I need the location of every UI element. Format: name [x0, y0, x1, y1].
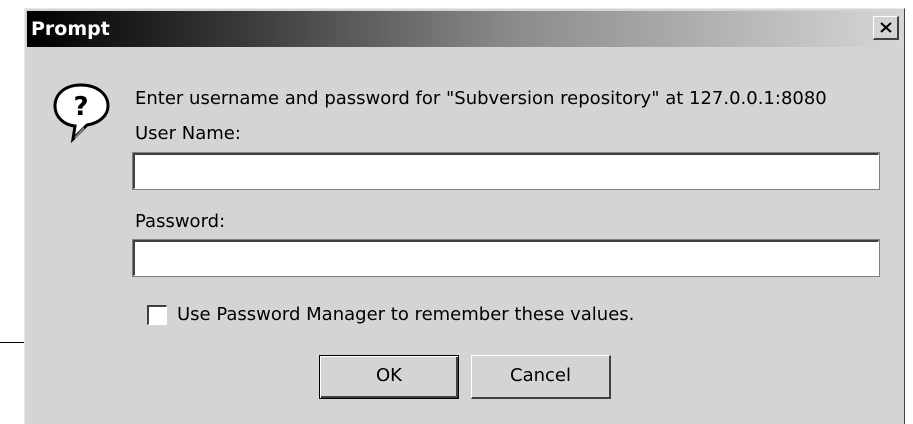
close-icon [880, 22, 892, 33]
password-field[interactable] [132, 239, 880, 277]
title-bar[interactable]: Prompt [27, 11, 903, 47]
user-name-label: User Name: [135, 123, 241, 144]
ok-button[interactable]: OK [319, 355, 459, 399]
password-label: Password: [135, 211, 226, 232]
close-button[interactable] [873, 16, 899, 40]
svg-text:?: ? [73, 92, 88, 122]
question-icon: ? [53, 83, 110, 143]
dialog-title: Prompt [31, 18, 110, 40]
remember-label[interactable]: Use Password Manager to remember these v… [177, 304, 634, 325]
prompt-message: Enter username and password for "Subvers… [135, 88, 827, 109]
prompt-dialog: Prompt ? Enter username and password for… [24, 8, 905, 424]
user-name-field[interactable] [132, 152, 880, 190]
remember-checkbox[interactable] [147, 305, 167, 325]
cancel-button[interactable]: Cancel [471, 355, 611, 399]
